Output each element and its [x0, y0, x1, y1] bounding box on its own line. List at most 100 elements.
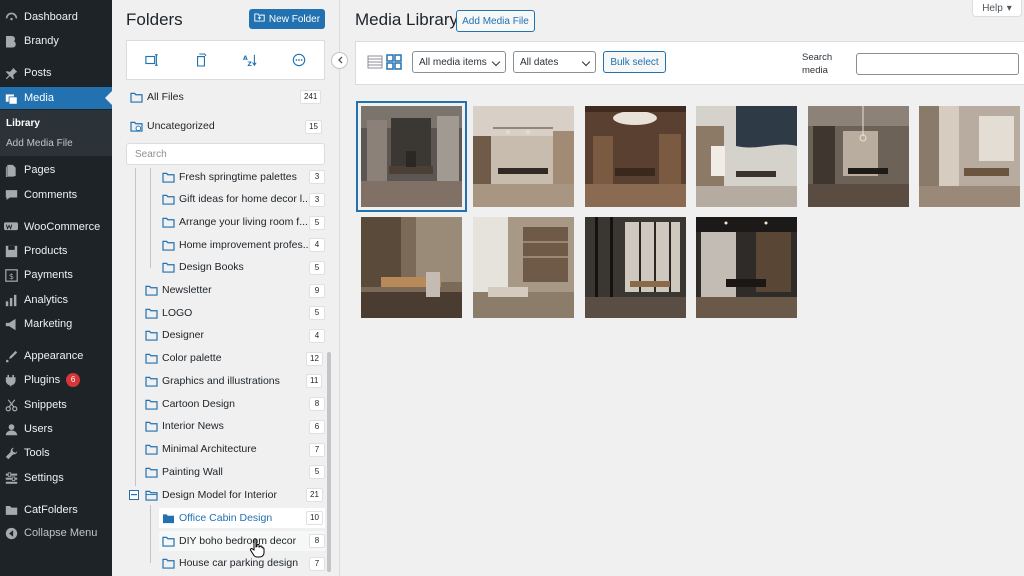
chevron-down-icon [581, 57, 591, 67]
menu-label: Settings [24, 472, 64, 484]
list-view-icon[interactable] [367, 54, 383, 70]
collapse-toggle-icon[interactable] [129, 490, 139, 500]
folder-uncategorized[interactable]: Uncategorized [130, 116, 215, 136]
media-thumbnail[interactable] [808, 106, 909, 207]
folder-item[interactable]: Painting Wall [145, 462, 223, 482]
products-icon [4, 244, 18, 258]
folder-item[interactable]: Newsletter [145, 280, 212, 300]
collapse-panel-button[interactable] [331, 52, 348, 69]
collapse-menu-button[interactable]: Collapse Menu [0, 522, 112, 544]
chevron-down-icon [491, 57, 501, 67]
media-thumbnail[interactable] [585, 106, 686, 207]
folder-item[interactable]: Color palette [145, 348, 222, 368]
menu-item-comments[interactable]: Comments [0, 184, 112, 206]
folder-item[interactable]: Home improvement profes... [162, 235, 312, 255]
folder-item[interactable]: Cartoon Design [145, 394, 235, 414]
folder-icon [145, 399, 158, 410]
menu-item-snippets[interactable]: Snippets [0, 394, 112, 416]
folder-item[interactable]: Graphics and illustrations [145, 371, 280, 391]
folder-item[interactable]: Interior News [145, 416, 224, 436]
folder-count: 9 [309, 284, 325, 298]
folder-item[interactable]: Fresh springtime palettes [162, 167, 312, 187]
folder-item[interactable]: Arrange your living room f... [162, 212, 312, 232]
folder-item[interactable]: Gift ideas for home decor l... [162, 189, 312, 209]
folder-search-input[interactable] [135, 148, 324, 160]
menu-item-plugins[interactable]: Plugins 6 [0, 369, 112, 391]
media-thumbnail[interactable] [473, 217, 574, 318]
help-tab[interactable]: Help ▾ [972, 0, 1022, 17]
grid-view-icon[interactable] [386, 54, 402, 70]
menu-label: Plugins [24, 374, 61, 386]
menu-item-settings[interactable]: Settings [0, 467, 112, 489]
media-search-input[interactable] [857, 54, 1018, 74]
folder-item[interactable]: Design Books [162, 257, 312, 277]
sort-az-icon[interactable]: AZ [240, 50, 260, 70]
menu-label: Analytics [24, 294, 69, 306]
folder-count: 5 [309, 306, 325, 320]
rename-icon[interactable] [142, 50, 162, 70]
menu-item-payments[interactable]: $ Payments [0, 264, 112, 286]
folder-toolbar: AZ [126, 40, 325, 80]
folder-icon [162, 194, 175, 205]
menu-item-woocommerce[interactable]: WooCommerce [0, 216, 112, 238]
folder-plus-icon [254, 13, 265, 25]
new-folder-button[interactable]: New Folder [249, 9, 325, 29]
folder-item[interactable]: LOGO [145, 303, 192, 323]
media-thumbnail[interactable] [356, 101, 467, 212]
media-thumbnail[interactable] [696, 217, 797, 318]
catfolders-icon [4, 503, 18, 517]
folder-icon [130, 92, 143, 103]
media-type-filter[interactable]: All media items [412, 51, 506, 73]
tree-guide-line [150, 505, 151, 563]
folder-item[interactable]: Minimal Architecture [145, 439, 257, 459]
menu-item-pages[interactable]: Pages [0, 159, 112, 181]
office-interior-image [808, 106, 909, 207]
help-label: Help [982, 2, 1003, 14]
folder-scrollbar[interactable] [327, 352, 331, 572]
media-thumbnail[interactable] [361, 217, 462, 318]
media-search-field[interactable] [856, 53, 1019, 75]
folder-search[interactable] [126, 143, 325, 165]
menu-item-products[interactable]: Products [0, 240, 112, 262]
office-interior-image [696, 217, 797, 318]
more-options-icon[interactable] [289, 50, 309, 70]
media-thumbnail[interactable] [919, 106, 1020, 207]
menu-item-dashboard[interactable]: Dashboard [0, 6, 112, 28]
folder-item[interactable]: House car parking design [162, 553, 298, 573]
submenu-library[interactable]: Library [6, 118, 40, 129]
folder-icon [145, 330, 158, 341]
new-folder-label: New Folder [268, 13, 321, 25]
folder-item[interactable]: Designer [145, 325, 204, 345]
folder-item-expanded[interactable]: Design Model for Interior [129, 485, 277, 505]
folder-icon [162, 536, 175, 547]
menu-item-marketing[interactable]: Marketing [0, 313, 112, 335]
folder-icon [162, 172, 175, 183]
menu-label: Comments [24, 189, 78, 201]
menu-item-appearance[interactable]: Appearance [0, 345, 112, 367]
menu-item-analytics[interactable]: Analytics [0, 289, 112, 311]
bulk-select-button[interactable]: Bulk select [603, 51, 666, 73]
folder-count: 7 [309, 443, 325, 457]
folder-item-selected[interactable]: Office Cabin Design [162, 508, 272, 528]
media-thumbnail[interactable] [696, 106, 797, 207]
menu-item-posts[interactable]: Posts [0, 62, 112, 84]
submenu-add-media-file[interactable]: Add Media File [6, 138, 73, 149]
duplicate-icon[interactable] [191, 50, 211, 70]
menu-item-media[interactable]: Media [0, 87, 112, 109]
menu-item-brandy[interactable]: Brandy [0, 30, 112, 52]
folder-count: 7 [309, 557, 325, 571]
folder-icon [145, 421, 158, 432]
menu-item-tools[interactable]: Tools [0, 442, 112, 464]
folder-icon [145, 285, 158, 296]
analytics-icon [4, 293, 18, 307]
add-media-file-button[interactable]: Add Media File [456, 10, 535, 32]
date-filter[interactable]: All dates [513, 51, 596, 73]
media-thumbnail[interactable] [585, 217, 686, 318]
menu-label: WooCommerce [24, 221, 101, 233]
folder-all-files[interactable]: All Files [130, 87, 184, 107]
tools-icon [4, 446, 18, 460]
menu-item-catfolders[interactable]: CatFolders [0, 499, 112, 521]
menu-item-users[interactable]: Users [0, 418, 112, 440]
folder-item[interactable]: DIY boho bedroom decor [162, 531, 296, 551]
media-thumbnail[interactable] [473, 106, 574, 207]
